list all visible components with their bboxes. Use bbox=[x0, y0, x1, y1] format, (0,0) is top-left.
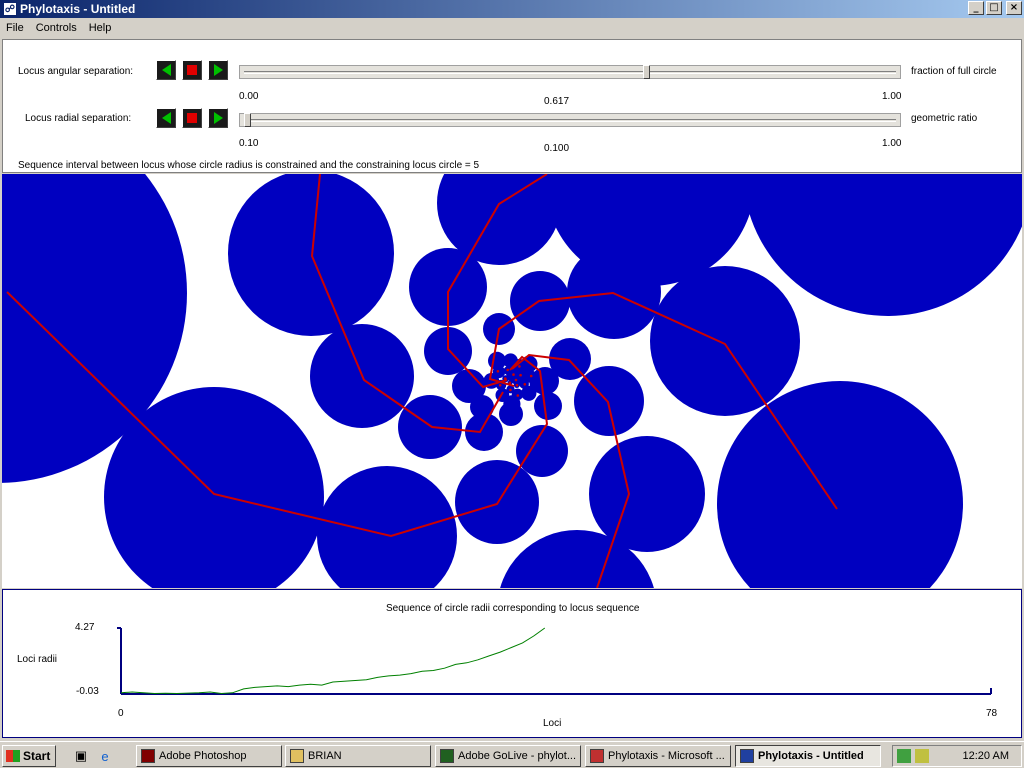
stop-icon bbox=[187, 65, 197, 75]
angular-slider-thumb[interactable] bbox=[643, 65, 651, 79]
task-app-icon bbox=[141, 749, 155, 763]
task-label: Adobe GoLive - phylot... bbox=[458, 750, 577, 762]
spiral-dot bbox=[514, 378, 518, 382]
radial-label: Locus radial separation: bbox=[25, 113, 132, 124]
task-label: Adobe Photoshop bbox=[159, 750, 247, 762]
stop-icon bbox=[187, 113, 197, 123]
control-panel: Locus angular separation: fraction of fu… bbox=[2, 39, 1022, 173]
angular-label: Locus angular separation: bbox=[18, 66, 134, 77]
taskbar-task[interactable]: Adobe Photoshop bbox=[136, 745, 282, 767]
task-app-icon bbox=[290, 749, 304, 763]
radii-series-line bbox=[120, 627, 546, 695]
spiral-dot bbox=[496, 370, 500, 373]
right-arrow-icon bbox=[213, 64, 223, 76]
locus-circle bbox=[717, 381, 963, 588]
locus-circle bbox=[534, 392, 562, 420]
spiral-dot bbox=[508, 381, 512, 385]
spiral-dot bbox=[519, 373, 522, 377]
system-tray: 12:20 AM bbox=[892, 745, 1022, 767]
network-icon[interactable] bbox=[897, 749, 911, 763]
radial-increase-button[interactable] bbox=[208, 108, 228, 128]
angular-value: 0.617 bbox=[544, 96, 570, 107]
locus-circle bbox=[317, 466, 457, 588]
radii-graph-panel: Sequence of circle radii corresponding t… bbox=[2, 589, 1022, 738]
left-arrow-icon bbox=[161, 64, 171, 76]
windows-flag-icon bbox=[6, 750, 20, 762]
right-arrow-icon bbox=[213, 112, 223, 124]
slider-track bbox=[244, 119, 896, 122]
radial-min: 0.10 bbox=[239, 138, 259, 149]
locus-circle bbox=[589, 436, 705, 552]
start-button[interactable]: Start bbox=[2, 745, 56, 767]
radial-slider-thumb[interactable] bbox=[244, 113, 251, 127]
radial-value: 0.100 bbox=[544, 143, 570, 154]
locus-circle bbox=[743, 174, 1022, 316]
menu-help[interactable]: Help bbox=[83, 22, 118, 34]
radial-slider[interactable] bbox=[239, 113, 901, 127]
menu-bar: File Controls Help bbox=[0, 19, 1024, 37]
spiral-dot bbox=[498, 384, 502, 387]
angular-decrease-button[interactable] bbox=[156, 60, 176, 80]
locus-circle bbox=[228, 174, 394, 336]
spiral-dot bbox=[512, 373, 515, 376]
angular-min: 0.00 bbox=[239, 91, 259, 102]
internet-explorer-icon[interactable]: e bbox=[96, 747, 114, 765]
sequence-interval-text: Sequence interval between locus whose ci… bbox=[18, 160, 480, 171]
radii-chart bbox=[117, 627, 992, 695]
taskbar: Start ▣ e Adobe Photoshop BRIAN Adobe GoLi… bbox=[0, 741, 1024, 768]
app-icon: ☍ bbox=[3, 2, 17, 16]
radial-stop-button[interactable] bbox=[182, 108, 202, 128]
maximize-button[interactable]: □ bbox=[986, 1, 1002, 15]
spiral-dot bbox=[515, 383, 519, 387]
spiral-dot bbox=[504, 377, 507, 380]
show-desktop-icon[interactable]: ▣ bbox=[72, 747, 90, 765]
locus-circle bbox=[529, 374, 549, 393]
spiral-dot bbox=[518, 365, 521, 368]
minimize-button[interactable]: _ bbox=[968, 1, 984, 15]
phyllotaxis-drawing bbox=[2, 174, 1022, 588]
angular-stop-button[interactable] bbox=[182, 60, 202, 80]
radial-decrease-button[interactable] bbox=[156, 108, 176, 128]
angular-max: 1.00 bbox=[882, 91, 902, 102]
angular-slider[interactable] bbox=[239, 65, 901, 79]
radial-max: 1.00 bbox=[882, 138, 902, 149]
menu-file[interactable]: File bbox=[0, 22, 30, 34]
left-arrow-icon bbox=[161, 112, 171, 124]
taskbar-task[interactable]: Adobe GoLive - phylot... bbox=[435, 745, 581, 767]
angular-increase-button[interactable] bbox=[208, 60, 228, 80]
spiral-dot bbox=[516, 394, 520, 397]
taskbar-task[interactable]: BRIAN bbox=[285, 745, 431, 767]
title-bar: ☍ Phylotaxis - Untitled _ □ × bbox=[0, 0, 1024, 18]
spiral-dot bbox=[509, 388, 512, 392]
locus-circle bbox=[455, 460, 539, 544]
locus-circle bbox=[503, 395, 521, 413]
phyllotaxis-canvas[interactable] bbox=[2, 174, 1022, 588]
radial-unit: geometric ratio bbox=[911, 113, 978, 124]
spiral-dot bbox=[523, 383, 527, 386]
task-label: BRIAN bbox=[308, 750, 342, 762]
taskbar-task[interactable]: Phylotaxis - Microsoft ... bbox=[585, 745, 731, 767]
volume-icon[interactable] bbox=[915, 749, 929, 763]
locus-circle bbox=[650, 266, 800, 416]
slider-track bbox=[244, 71, 896, 74]
start-label: Start bbox=[23, 749, 51, 763]
task-app-icon bbox=[740, 749, 754, 763]
task-app-icon bbox=[590, 749, 604, 763]
locus-circle bbox=[398, 395, 462, 459]
locus-circle bbox=[567, 245, 661, 339]
task-app-icon bbox=[440, 749, 454, 763]
clock: 12:20 AM bbox=[962, 750, 1009, 762]
locus-circle bbox=[488, 351, 506, 370]
spiral-dot bbox=[529, 374, 533, 378]
close-button[interactable]: × bbox=[1006, 1, 1022, 15]
menu-controls[interactable]: Controls bbox=[30, 22, 83, 34]
task-label: Phylotaxis - Untitled bbox=[758, 750, 864, 762]
angular-unit: fraction of full circle bbox=[911, 66, 997, 77]
task-label: Phylotaxis - Microsoft ... bbox=[608, 750, 725, 762]
taskbar-task[interactable]: Phylotaxis - Untitled bbox=[735, 745, 881, 767]
window-title: Phylotaxis - Untitled bbox=[20, 2, 136, 16]
spiral-dot bbox=[506, 368, 510, 372]
